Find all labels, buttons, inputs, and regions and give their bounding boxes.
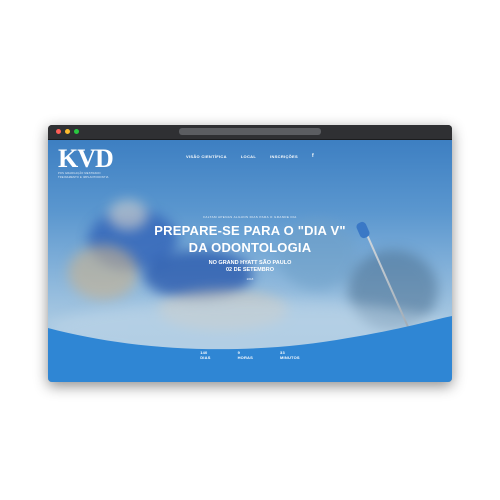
main-nav: VISÃO CIENTÍFICA LOCAL INSCRIÇÕES f: [186, 153, 314, 159]
close-window-button[interactable]: [56, 129, 61, 134]
logo-mark: KVD: [58, 144, 114, 173]
minimize-window-button[interactable]: [65, 129, 70, 134]
logo-tagline-2: TREINAMENTO E IMPLANTODONTIA: [58, 176, 109, 179]
hero-section: FALTAM APENAS ALGUNS DIAS PARA O GRANDE …: [48, 215, 452, 281]
nav-item-inscricoes[interactable]: INSCRIÇÕES: [270, 154, 298, 159]
hero-venue: NO GRAND HYATT SÃO PAULO: [208, 260, 292, 266]
hero-headline-line-1: PREPARE-SE PARA O "DIA V": [154, 223, 346, 238]
window-controls: [56, 129, 79, 134]
site-logo[interactable]: KVD POS GRADUAÇÃO MESTRADO TREINAMENTO E…: [58, 144, 114, 180]
page-viewport: KVD POS GRADUAÇÃO MESTRADO TREINAMENTO E…: [48, 140, 452, 382]
maximize-window-button[interactable]: [74, 129, 79, 134]
countdown-minutes: 33 MINUTOS: [280, 350, 300, 360]
countdown-minutes-unit: MINUTOS: [280, 355, 300, 360]
hero-eyebrow: FALTAM APENAS ALGUNS DIAS PARA O GRANDE …: [203, 215, 297, 219]
hero-date: 02 DE SETEMBRO: [226, 267, 274, 273]
wave-shape: [48, 316, 452, 382]
bottom-wave: [48, 316, 452, 382]
countdown-hours-unit: HORAS: [237, 355, 254, 360]
countdown: 140 DIAS 9 HORAS 33 MINUTOS: [48, 350, 452, 360]
browser-toolbar: [48, 125, 452, 140]
countdown-days-unit: DIAS: [200, 355, 211, 360]
nav-item-local[interactable]: LOCAL: [241, 154, 256, 159]
facebook-icon[interactable]: f: [312, 153, 314, 159]
nav-item-visao-cientifica[interactable]: VISÃO CIENTÍFICA: [186, 154, 227, 159]
hero-year: 2018: [246, 277, 254, 281]
countdown-days: 140 DIAS: [200, 350, 210, 360]
hero-headline-line-2: DA ODONTOLOGIA: [188, 240, 312, 255]
countdown-hours: 9 HORAS: [238, 350, 253, 360]
browser-window: KVD POS GRADUAÇÃO MESTRADO TREINAMENTO E…: [48, 125, 452, 382]
address-bar[interactable]: [179, 128, 321, 135]
